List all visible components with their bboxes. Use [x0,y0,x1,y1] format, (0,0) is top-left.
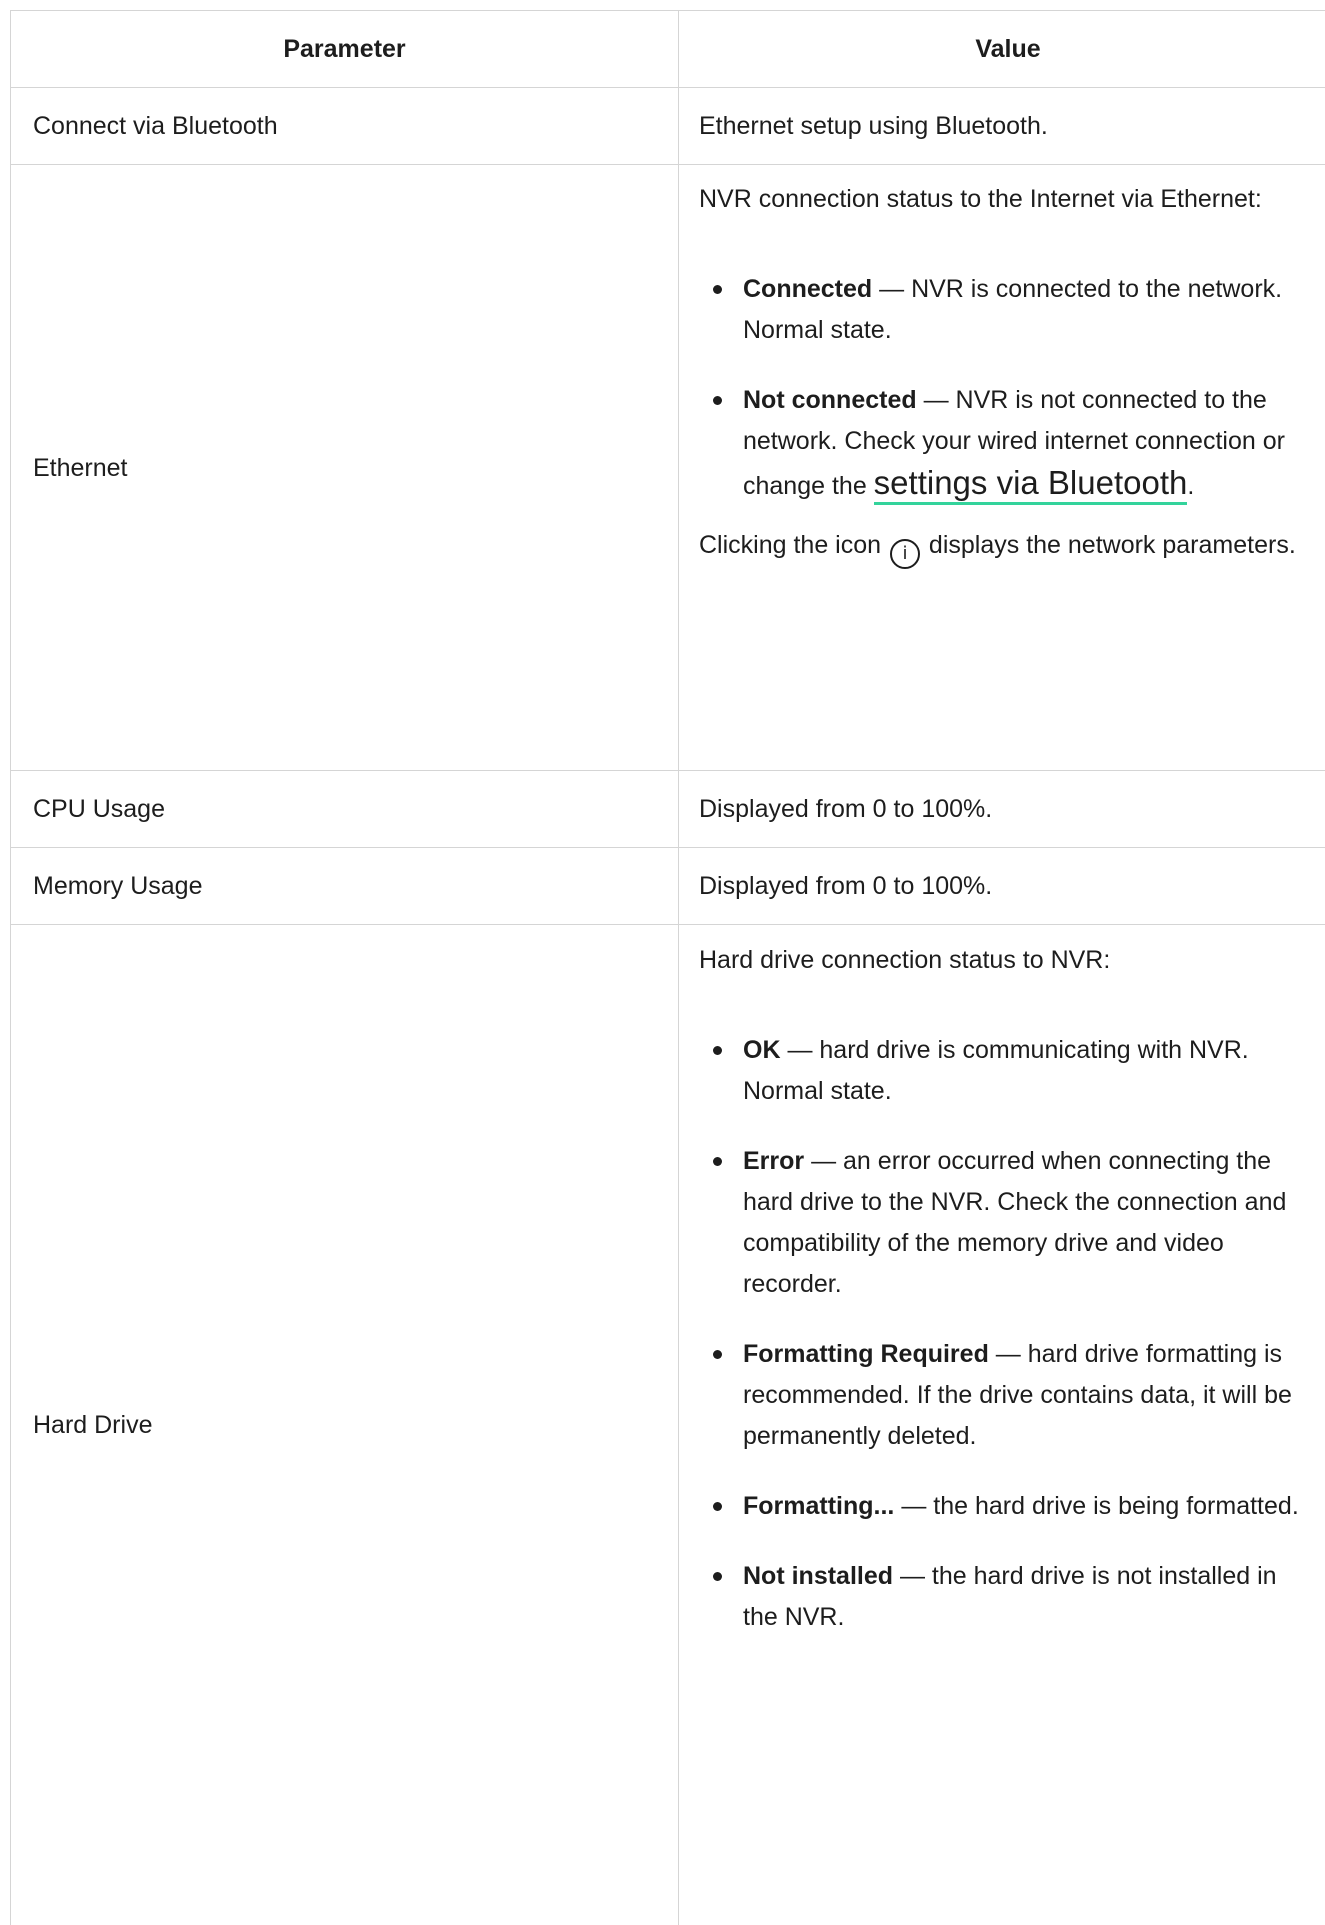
param-cell: Connect via Bluetooth [11,88,679,164]
bullet-icon [713,1572,722,1581]
status-desc-end: . [1187,472,1195,500]
table-row: Hard Drive Hard drive connection status … [10,925,1325,1925]
list-item: Not installed — the hard drive is not in… [699,1556,1317,1638]
parameters-table: Parameter Value Connect via Bluetooth Et… [10,10,1325,1925]
status-term: Not connected [743,386,917,414]
bluetooth-settings-link[interactable]: settings via Bluetooth [873,464,1188,505]
value-cell: Displayed from 0 to 100%. [699,794,993,823]
list-item: Error — an error occurred when connectin… [699,1141,1317,1305]
status-desc: — an error occurred when connecting the … [743,1147,1287,1298]
info-note-after: displays the network parameters. [921,531,1296,559]
value-cell: Displayed from 0 to 100%. [699,871,993,900]
param-cell: CPU Usage [11,771,679,847]
ethernet-status-list: Connected — NVR is connected to the netw… [699,269,1317,507]
table-row: CPU Usage Displayed from 0 to 100%. [10,771,1325,848]
header-parameter: Parameter [11,11,679,87]
bullet-icon [713,1157,722,1166]
table-row: Connect via Bluetooth Ethernet setup usi… [10,88,1325,165]
param-cell: Memory Usage [11,848,679,924]
list-item: Not connected — NVR is not connected to … [699,380,1317,507]
status-term: Error [743,1147,805,1175]
list-item: OK — hard drive is communicating with NV… [699,1030,1317,1112]
param-cell: Hard Drive [11,925,679,1925]
status-desc: — hard drive is communicating with NVR. … [743,1036,1249,1105]
table-header-row: Parameter Value [10,11,1325,88]
hdd-intro: Hard drive connection status to NVR: [699,946,1111,974]
bullet-icon [713,1046,722,1055]
status-desc: — the hard drive is being formatted. [894,1492,1299,1520]
value-cell: Hard drive connection status to NVR: OK … [679,925,1325,1925]
list-item: Formatting Required — hard drive formatt… [699,1334,1317,1457]
table-row: Memory Usage Displayed from 0 to 100%. [10,848,1325,925]
list-item: Formatting... — the hard drive is being … [699,1486,1317,1527]
param-cell: Ethernet [11,165,679,770]
bullet-icon [713,1350,722,1359]
info-note-before: Clicking the icon [699,531,888,559]
table-row: Ethernet NVR connection status to the In… [10,165,1325,771]
bullet-icon [713,285,722,294]
info-note: Clicking the icon i displays the network… [699,525,1317,569]
status-term: Formatting... [743,1492,895,1520]
status-term: OK [743,1036,781,1064]
value-cell: NVR connection status to the Internet vi… [679,165,1325,770]
info-icon[interactable]: i [889,539,920,569]
status-term: Formatting Required [743,1340,989,1368]
header-value: Value [975,34,1041,63]
status-term: Connected [743,275,873,303]
value-cell: Ethernet setup using Bluetooth. [699,111,1048,140]
hdd-status-list: OK — hard drive is communicating with NV… [699,1030,1317,1638]
bullet-icon [713,396,722,405]
bullet-icon [713,1502,722,1511]
status-term: Not installed [743,1562,894,1590]
ethernet-intro: NVR connection status to the Internet vi… [699,185,1262,213]
list-item: Connected — NVR is connected to the netw… [699,269,1317,351]
